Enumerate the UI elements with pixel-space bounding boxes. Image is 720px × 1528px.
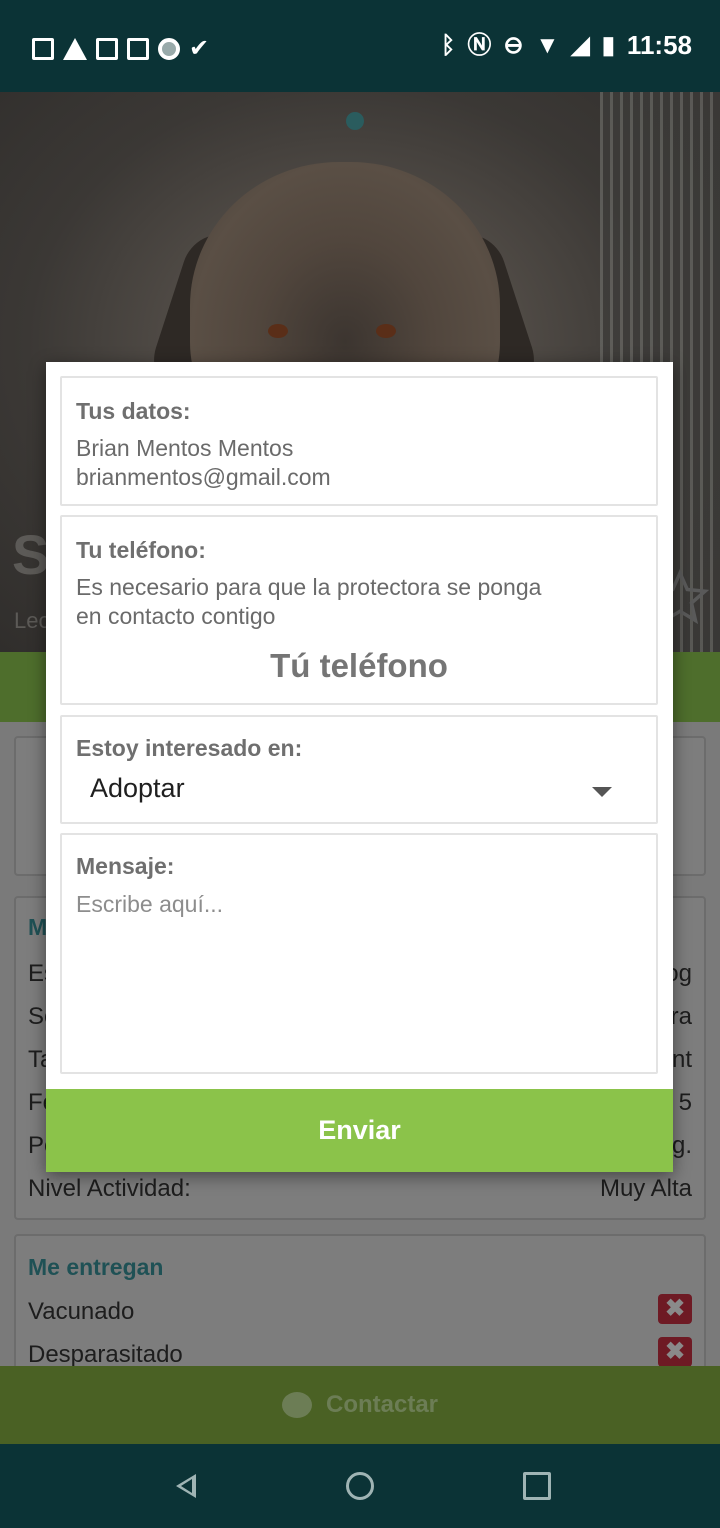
image-icon	[127, 38, 149, 60]
bluetooth-icon: ᛒ	[440, 31, 456, 59]
back-icon[interactable]	[176, 1474, 196, 1498]
chat-icon	[281, 1392, 312, 1418]
navigation-bar	[0, 1444, 720, 1528]
phone-input[interactable]	[62, 647, 656, 685]
interest-box: Estoy interesado en: Adoptar	[60, 715, 658, 824]
detail-value: nt	[671, 1046, 692, 1073]
your-data-box: Tus datos: Brian Mentos Mentos brianment…	[60, 376, 658, 506]
contact-dialog: Tus datos: Brian Mentos Mentos brianment…	[46, 362, 673, 1172]
no-icon: ✖	[658, 1294, 692, 1324]
delivery-item-label: Desparasitado	[28, 1341, 183, 1368]
warning-icon	[63, 38, 87, 60]
system-icons: ᛒ Ⓝ ⊖ ▼ ◢ ▮ 11:58	[441, 30, 692, 61]
message-box: Mensaje:	[60, 833, 658, 1074]
wifi-icon: ▼	[535, 31, 560, 59]
detail-value: ra	[670, 1003, 692, 1030]
phone-description-line2: en contacto contigo	[76, 603, 276, 629]
detail-value: Muy Alta	[599, 1175, 692, 1202]
message-input[interactable]	[76, 891, 636, 1061]
check-icon: ✔	[189, 35, 210, 62]
status-bar: ✔ ᛒ Ⓝ ⊖ ▼ ◢ ▮ 11:58	[0, 0, 720, 92]
phone-label: Tu teléfono:	[76, 537, 206, 563]
contact-label: Contactar	[325, 1391, 439, 1418]
recents-icon[interactable]	[523, 1472, 551, 1500]
notes-icon	[32, 38, 54, 60]
signal-icon: ◢	[571, 31, 590, 59]
detail-value: g.	[671, 1132, 692, 1159]
dog-eye-left	[268, 324, 288, 338]
dog-eye-right	[376, 324, 396, 338]
phone-description-line1: Es necesario para que la protectora se p…	[76, 574, 542, 600]
nfc-icon: Ⓝ	[467, 31, 492, 59]
record-icon	[158, 38, 180, 60]
carousel-indicator[interactable]	[346, 112, 364, 130]
status-time: 11:58	[626, 30, 692, 60]
gmail-icon	[96, 38, 118, 60]
dnd-icon: ⊖	[503, 31, 524, 59]
notification-icons: ✔	[32, 34, 209, 64]
interest-label: Estoy interesado en:	[76, 735, 303, 761]
send-button[interactable]: Enviar	[46, 1089, 673, 1172]
phone-box: Tu teléfono: Es necesario para que la pr…	[60, 515, 658, 705]
delivery-item-label: Vacunado	[28, 1298, 135, 1325]
battery-charging-icon: ▮	[601, 31, 615, 59]
message-label: Mensaje:	[76, 853, 175, 879]
detail-value: 5	[678, 1089, 692, 1116]
delivery-title: Me entregan	[28, 1254, 164, 1280]
interest-select[interactable]: Adoptar	[90, 773, 185, 804]
your-data-label: Tus datos:	[76, 398, 191, 424]
home-icon[interactable]	[346, 1472, 374, 1500]
no-icon: ✖	[658, 1337, 692, 1367]
detail-label: Nivel Actividad:	[28, 1175, 191, 1202]
contact-button[interactable]: Contactar	[0, 1366, 720, 1444]
dropdown-arrow-icon[interactable]	[592, 787, 612, 797]
user-email: brianmentos@gmail.com	[76, 464, 331, 490]
user-name: Brian Mentos Mentos	[76, 435, 294, 461]
